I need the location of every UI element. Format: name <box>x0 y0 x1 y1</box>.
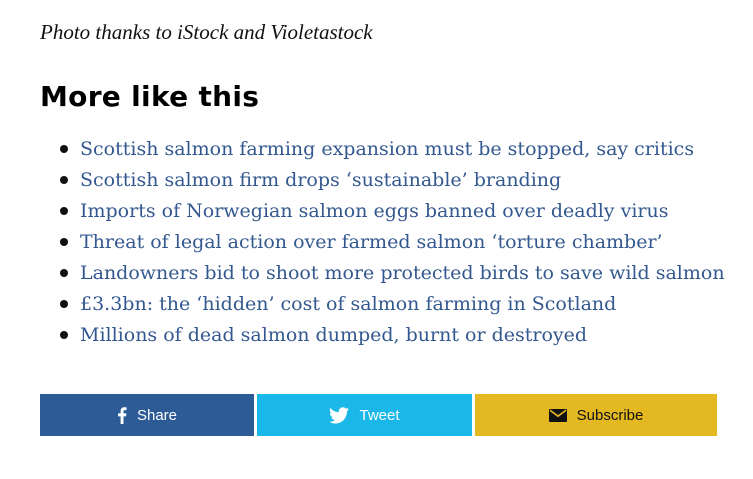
subscribe-button[interactable]: Subscribe <box>475 394 717 436</box>
envelope-icon <box>548 408 567 422</box>
bullet-icon <box>60 300 68 308</box>
bullet-icon <box>60 269 68 277</box>
list-item: Threat of legal action over farmed salmo… <box>60 228 725 259</box>
facebook-share-button[interactable]: Share <box>40 394 254 436</box>
related-article-link[interactable]: £3.3bn: the ‘hidden’ cost of salmon farm… <box>80 293 616 315</box>
twitter-tweet-button[interactable]: Tweet <box>257 394 472 436</box>
related-article-link[interactable]: Millions of dead salmon dumped, burnt or… <box>80 324 587 346</box>
bullet-icon <box>60 238 68 246</box>
related-article-link[interactable]: Scottish salmon firm drops ‘sustainable’… <box>80 169 561 191</box>
photo-credit-caption: Photo thanks to iStock and Violetastock <box>40 20 373 44</box>
related-article-link[interactable]: Landowners bid to shoot more protected b… <box>80 262 725 284</box>
bullet-icon <box>60 331 68 339</box>
bullet-icon <box>60 207 68 215</box>
bullet-icon <box>60 176 68 184</box>
share-bar: Share Tweet Subscribe <box>40 394 717 436</box>
list-item: Scottish salmon farming expansion must b… <box>60 135 725 166</box>
subscribe-button-label: Subscribe <box>576 406 644 424</box>
list-item: £3.3bn: the ‘hidden’ cost of salmon farm… <box>60 290 725 321</box>
bullet-icon <box>60 145 68 153</box>
tweet-button-label: Tweet <box>359 406 400 424</box>
related-articles-list: Scottish salmon farming expansion must b… <box>60 135 725 352</box>
list-item: Scottish salmon firm drops ‘sustainable’… <box>60 166 725 197</box>
related-article-link[interactable]: Imports of Norwegian salmon eggs banned … <box>80 200 668 222</box>
list-item: Imports of Norwegian salmon eggs banned … <box>60 197 725 228</box>
facebook-icon <box>117 406 127 424</box>
twitter-bird-icon <box>329 406 350 424</box>
list-item: Landowners bid to shoot more protected b… <box>60 259 725 290</box>
related-article-link[interactable]: Scottish salmon farming expansion must b… <box>80 138 694 160</box>
more-like-this-heading: More like this <box>40 80 260 113</box>
share-button-label: Share <box>136 406 178 424</box>
list-item: Millions of dead salmon dumped, burnt or… <box>60 321 725 352</box>
related-article-link[interactable]: Threat of legal action over farmed salmo… <box>80 231 663 253</box>
